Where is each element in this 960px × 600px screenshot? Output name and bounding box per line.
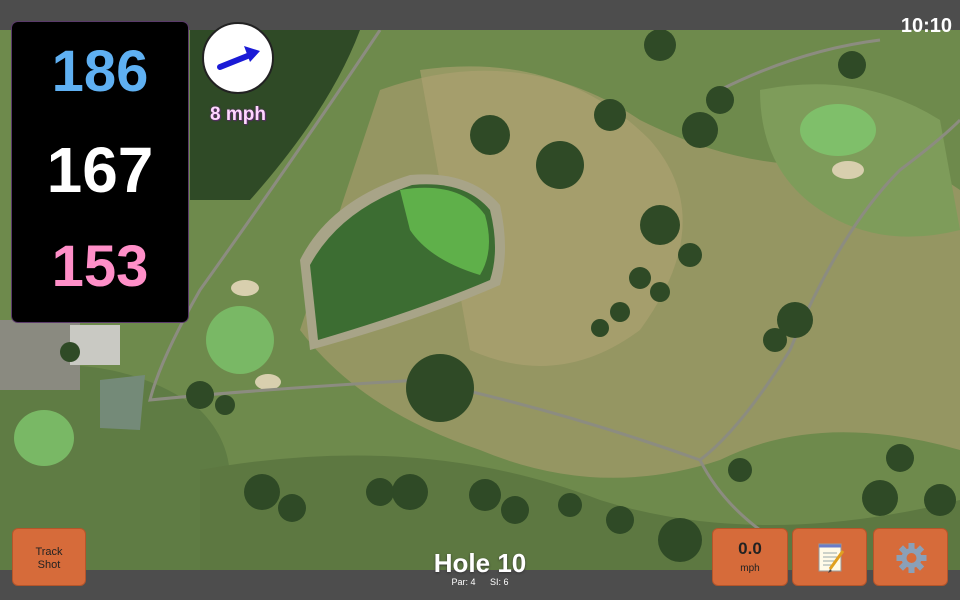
track-shot-label-line1: Track bbox=[35, 546, 63, 558]
hole-title: Hole 10 bbox=[433, 548, 527, 578]
notepad-icon bbox=[818, 543, 845, 573]
par-label: Par: 4 bbox=[451, 577, 476, 587]
hole-info: Par: 4 SI: 6 bbox=[380, 577, 580, 587]
stroke-index-label: SI: 6 bbox=[490, 577, 509, 587]
wind-speed-label: 8 mph bbox=[210, 104, 266, 125]
wind-direction-arrow-icon bbox=[217, 46, 260, 70]
track-shot-button[interactable]: Track Shot bbox=[12, 528, 86, 586]
gear-icon bbox=[896, 543, 927, 573]
wind-speed-value: 0.0 bbox=[738, 539, 762, 558]
clock: 10:10 bbox=[900, 15, 952, 37]
wind-direction-dial bbox=[202, 22, 274, 94]
wind-speed-button[interactable]: 0.0 mph bbox=[712, 528, 788, 586]
wind-speed-unit: mph bbox=[740, 563, 760, 574]
front-distance: 153 bbox=[51, 234, 149, 299]
settings-button[interactable] bbox=[873, 528, 948, 586]
distance-panel[interactable]: 186 167 153 bbox=[12, 22, 188, 322]
back-distance: 186 bbox=[51, 39, 149, 104]
track-shot-label-line2: Shot bbox=[37, 559, 61, 571]
middle-distance: 167 bbox=[46, 134, 154, 206]
notes-button[interactable] bbox=[792, 528, 867, 586]
